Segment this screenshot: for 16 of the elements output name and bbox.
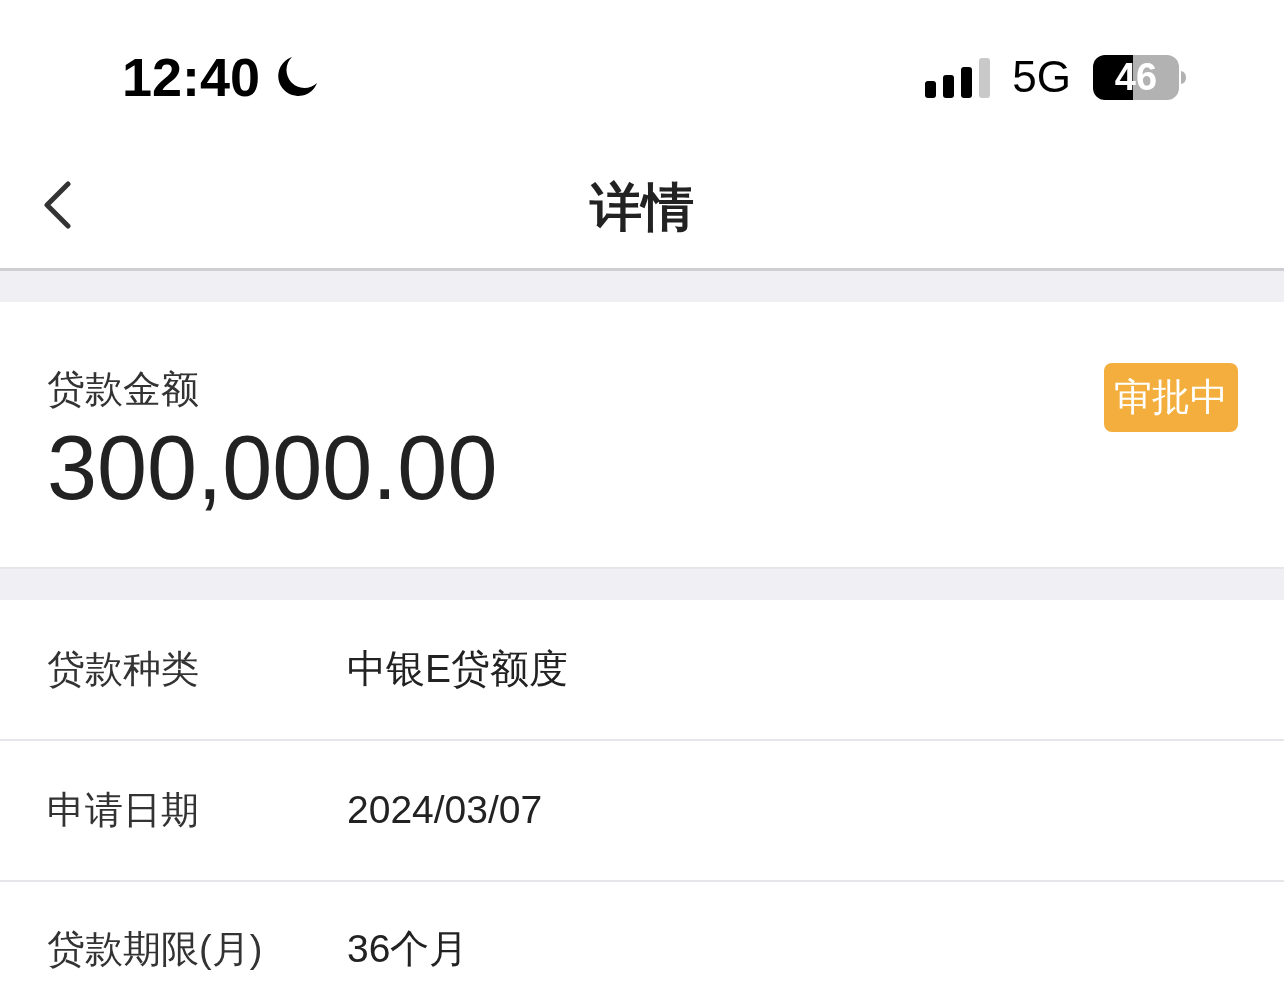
battery-tip-icon: [1181, 70, 1186, 84]
detail-value: 中银E贷额度: [347, 646, 568, 693]
page-title: 详情: [590, 176, 694, 238]
signal-icon: [925, 58, 991, 98]
moon-icon: [276, 56, 319, 98]
detail-value: 2024/03/07: [347, 787, 543, 834]
status-badge: 审批中: [1104, 363, 1238, 432]
chevron-left-icon: [42, 181, 72, 229]
amount-label: 贷款金额: [47, 367, 200, 412]
detail-label: 贷款期限(月): [47, 926, 264, 972]
status-time: 12:40: [122, 50, 261, 104]
network-label: 5G: [1012, 55, 1071, 99]
detail-label: 申请日期: [47, 787, 200, 833]
detail-value: 36个月: [347, 926, 469, 973]
loan-amount: 300,000.00: [47, 423, 498, 513]
detail-label: 贷款种类: [47, 646, 200, 692]
